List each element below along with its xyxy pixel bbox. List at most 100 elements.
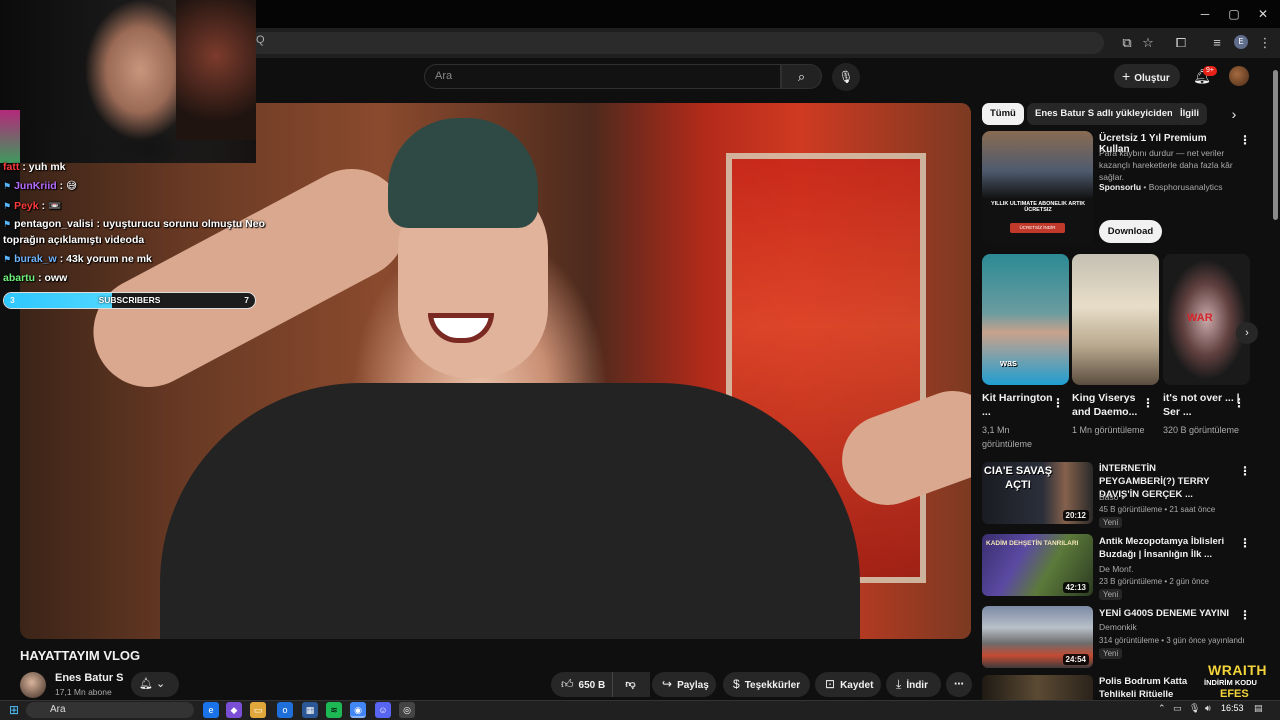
subscriber-goal-current: 3 [10,295,15,305]
share-icon: ↪ [662,677,673,691]
recommended-video-meta: 45 B görüntüleme • 21 saat önce [1099,505,1216,514]
spotify-icon[interactable]: ≋ [326,702,342,718]
short-thumbnail[interactable]: was [982,254,1069,385]
save-button[interactable]: ⊡ Kaydet [815,672,881,697]
dislike-button[interactable]: 👎︎ [612,672,648,697]
recommended-video-title[interactable]: YENİ G400S DENEME YAYINI [1099,607,1234,620]
chat-message: fatt: yuh mk [3,161,66,173]
short-title[interactable]: it's not over ... | Ser ... [1163,391,1241,419]
volume-icon[interactable]: 🔊︎ [1205,703,1211,714]
obs-icon[interactable]: ◎ [399,702,415,718]
search-input[interactable]: Ara [424,64,781,89]
voice-search-button[interactable]: 🎙 [832,63,860,91]
address-bar[interactable] [248,32,1104,54]
tray-chevron-icon[interactable]: ⌃ [1158,703,1166,714]
video-thumbnail[interactable]: CIA'E SAVAŞ AÇTI 20:12 [982,462,1093,524]
video-thumbnail[interactable]: 24:54 [982,606,1093,668]
short-menu-icon[interactable]: ⋮ [1233,397,1245,409]
taskbar-clock[interactable]: 16:53 [1221,703,1244,713]
ad-thumbnail[interactable]: YILLIK ULTIMATE ABONELIK ARTIK ÜCRETSIZ … [982,131,1093,244]
short-menu-icon[interactable]: ⋮ [1052,397,1064,409]
maximize-icon[interactable]: ▢ [1223,4,1245,24]
video-menu-icon[interactable]: ⋮ [1239,537,1251,549]
recommended-channel-name[interactable]: De Monf. [1099,564,1134,574]
recommended-channel-name[interactable]: Baso ✔ [1099,492,1128,503]
tray-app-icon[interactable]: ▭ [1173,703,1182,714]
plus-icon: + [1122,68,1131,84]
chevron-right-icon[interactable]: › [1226,106,1242,122]
subscription-notify-button[interactable]: 🔔︎ ⌄ [131,672,179,697]
microphone-icon[interactable]: 🎙 [1189,703,1200,714]
close-icon[interactable]: ✕ [1252,4,1274,24]
search-button[interactable]: ⌕ [781,64,822,89]
discord-icon[interactable]: ☺ [375,702,391,718]
file-explorer-icon[interactable]: ▭ [250,702,266,718]
video-menu-icon[interactable]: ⋮ [1239,609,1251,621]
chip-from-uploader[interactable]: Enes Batur S adlı yükleyiciden [1027,103,1181,125]
short-title[interactable]: King Viserys and Daemo... [1072,391,1150,419]
page-scrollbar[interactable] [1271,62,1280,700]
chat-text: : oww [38,272,68,284]
ad-menu-icon[interactable]: ⋮ [1239,134,1251,146]
outlook-icon[interactable]: o [277,702,293,718]
recommended-video-title[interactable]: Antik Mezopotamya İblisleri Buzdağı | İn… [1099,535,1234,561]
reading-list-icon[interactable]: ≡ [1208,34,1226,52]
download-button[interactable]: ⤓ İndir [886,672,941,697]
windows-start-icon[interactable]: ⊞ [6,702,22,718]
address-bar-text: Q [256,34,265,46]
minimize-icon[interactable]: ─ [1194,4,1216,24]
chip-all[interactable]: Tümü [982,103,1024,125]
cast-icon[interactable]: ⧉ [1118,34,1136,52]
chat-username: JunKriid [14,180,57,192]
download-icon: ⤓ [896,677,902,691]
chat-username: Peyk [14,200,39,212]
video-frame-person-shirt [160,383,860,639]
notification-center-icon[interactable]: ▤ [1254,703,1263,714]
thanks-button[interactable]: $ Teşekkürler [723,672,810,697]
chip-related[interactable]: İlgili [1172,103,1207,125]
microphone-icon: 🎙 [838,70,854,84]
short-title[interactable]: Kit Harrington ... [982,391,1060,419]
video-player[interactable] [20,103,971,639]
create-button[interactable]: + Oluştur [1114,64,1180,88]
short-thumbnail[interactable]: WAR [1163,254,1250,385]
chrome-icon[interactable]: ◉ [350,702,366,718]
store-icon[interactable]: ▦ [302,702,318,718]
taskbar-search-input[interactable]: Ara [26,702,194,718]
share-button[interactable]: ↪ Paylaş [652,672,716,697]
account-avatar[interactable] [1229,66,1249,86]
subscriber-goal-label: SUBSCRIBERS [98,295,161,305]
chat-text: : 📼 [41,200,62,212]
short-thumbnail[interactable] [1072,254,1159,385]
extensions-icon[interactable]: ⧠ [1172,34,1190,52]
more-actions-button[interactable]: ⋯ [946,672,972,697]
video-menu-icon[interactable]: ⋮ [1239,465,1251,477]
thumbs-down-icon: 👎︎ [625,679,636,690]
search-icon: ⌕ [797,69,806,84]
short-views: 320 B görüntüleme [1163,425,1240,435]
browser-menu-icon[interactable]: ⋮ [1256,34,1274,52]
video-thumbnail[interactable]: KADİM DEHŞETİN TANRILARI 42:13 [982,534,1093,596]
thumbs-up-icon: 👍︎ [561,677,574,691]
channel-avatar[interactable] [20,672,46,698]
scrollbar-thumb[interactable] [1273,70,1278,220]
short-menu-icon[interactable]: ⋮ [1142,397,1154,409]
browser-profile-avatar[interactable]: E [1234,35,1248,49]
channel-name[interactable]: Enes Batur S [55,672,123,684]
recommended-channel-name[interactable]: Demonkik [1099,622,1137,632]
channel-subscriber-count: 17,1 Mn abone [55,687,112,697]
webcam-led-light [0,110,20,163]
ad-sponsor-name: Bosphorusanalytics [1148,182,1223,192]
edge-icon[interactable]: e [203,702,219,718]
promo-discount-label: İNDİRİM KODU [1204,678,1257,687]
ad-sponsor-line: Sponsorlu • Bosphorusanalytics [1099,182,1223,192]
chat-message: ⚑ pentagon_valisi: uyuşturucu sorunu olmu… [3,218,265,230]
recommended-video-meta: 314 görüntüleme • 3 gün önce yayınlandı [1099,636,1245,645]
bookmark-star-icon[interactable]: ☆ [1139,34,1157,52]
copilot-icon[interactable]: ◆ [226,702,242,718]
ad-download-button[interactable]: Download [1099,220,1162,243]
ad-thumbnail-button: ÜCRETSİZ İNDİR [1010,223,1065,233]
chevron-down-icon: ⌄ [156,678,166,690]
short-caption: WAR [1187,312,1213,324]
shorts-next-button[interactable]: › [1236,322,1258,344]
